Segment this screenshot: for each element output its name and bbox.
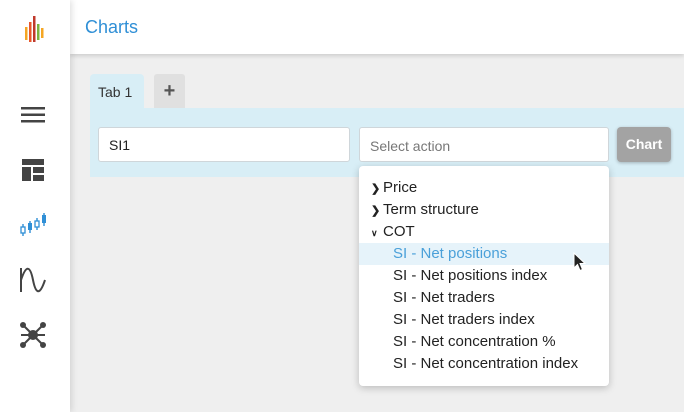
- dropdown-group-term-structure[interactable]: ❯ Term structure: [359, 199, 609, 221]
- chart-button[interactable]: Chart: [617, 127, 671, 162]
- dropdown-group-label: Price: [383, 179, 418, 196]
- chevron-right-icon: ❯: [371, 205, 381, 217]
- app-logo: [25, 16, 44, 42]
- menu-icon[interactable]: [18, 100, 48, 130]
- action-dropdown-menu: ❯ Price ❯ Term structure ∨ COT SI - Net pos…: [359, 166, 609, 386]
- symbol-input[interactable]: [98, 127, 350, 162]
- wave-icon[interactable]: [18, 265, 48, 295]
- network-icon[interactable]: [18, 320, 48, 350]
- dropdown-group-label: Term structure: [383, 201, 479, 218]
- chevron-down-icon: ∨: [371, 228, 378, 238]
- dropdown-group-cot[interactable]: ∨ COT: [359, 221, 609, 243]
- action-select[interactable]: Select action: [359, 127, 609, 162]
- dropdown-item-net-positions[interactable]: SI - Net positions: [359, 243, 609, 265]
- dropdown-group-price[interactable]: ❯ Price: [359, 177, 609, 199]
- candlestick-icon[interactable]: [18, 210, 48, 240]
- dropdown-group-label: COT: [383, 223, 415, 240]
- dropdown-item-net-concentration-pct[interactable]: SI - Net concentration %: [359, 331, 609, 353]
- dropdown-item-net-traders[interactable]: SI - Net traders: [359, 287, 609, 309]
- dashboard-icon[interactable]: [18, 155, 48, 185]
- dropdown-item-net-positions-index[interactable]: SI - Net positions index: [359, 265, 609, 287]
- tab-1[interactable]: Tab 1: [90, 74, 144, 110]
- sidebar: [0, 0, 70, 412]
- chevron-right-icon: ❯: [371, 183, 381, 195]
- dropdown-item-net-traders-index[interactable]: SI - Net traders index: [359, 309, 609, 331]
- dropdown-item-net-concentration-index[interactable]: SI - Net concentration index: [359, 353, 609, 375]
- top-header: Charts: [70, 0, 684, 54]
- page-title: Charts: [85, 17, 139, 37]
- mouse-cursor-icon: [573, 252, 587, 272]
- add-tab-button[interactable]: +: [154, 74, 185, 108]
